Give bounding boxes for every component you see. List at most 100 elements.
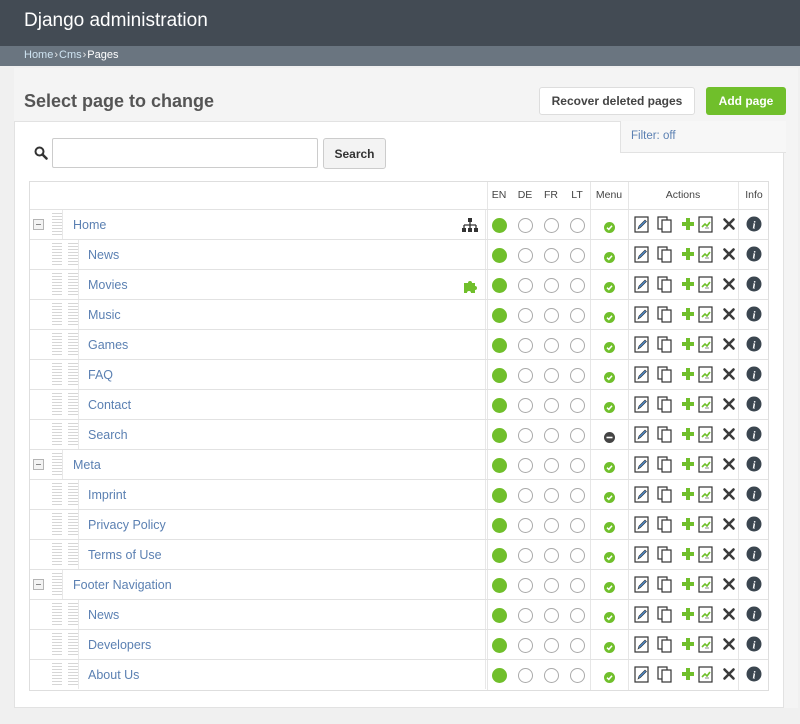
info-icon[interactable]: i <box>746 216 762 237</box>
language-status-lt[interactable] <box>569 308 585 323</box>
page-title-link[interactable]: Terms of Use <box>88 548 162 562</box>
info-icon[interactable]: i <box>746 306 762 327</box>
page-title-link[interactable]: FAQ <box>88 368 113 382</box>
menu-visible-icon[interactable] <box>603 400 615 413</box>
move-page-icon[interactable] <box>698 306 714 328</box>
edit-icon[interactable] <box>634 306 650 328</box>
add-child-icon[interactable] <box>681 306 695 327</box>
language-status-en[interactable] <box>491 518 507 533</box>
add-child-icon[interactable] <box>681 606 695 627</box>
language-status-fr[interactable] <box>543 458 559 473</box>
language-status-de[interactable] <box>517 518 533 533</box>
breadcrumb-home[interactable]: Home <box>24 49 53 61</box>
delete-icon[interactable] <box>722 576 736 597</box>
language-status-lt[interactable] <box>569 218 585 233</box>
language-status-lt[interactable] <box>569 608 585 623</box>
menu-visible-icon[interactable] <box>603 280 615 293</box>
expand-toggle[interactable] <box>33 579 44 590</box>
edit-icon[interactable] <box>634 366 650 388</box>
edit-icon[interactable] <box>634 486 650 508</box>
language-status-en[interactable] <box>491 458 507 473</box>
copy-icon[interactable] <box>657 516 673 538</box>
move-page-icon[interactable] <box>698 666 714 688</box>
language-status-de[interactable] <box>517 398 533 413</box>
language-status-de[interactable] <box>517 638 533 653</box>
language-status-fr[interactable] <box>543 428 559 443</box>
move-page-icon[interactable] <box>698 276 714 298</box>
copy-icon[interactable] <box>657 486 673 508</box>
copy-icon[interactable] <box>657 246 673 268</box>
language-status-de[interactable] <box>517 218 533 233</box>
language-status-lt[interactable] <box>569 458 585 473</box>
menu-visible-icon[interactable] <box>603 520 615 533</box>
add-child-icon[interactable] <box>681 426 695 447</box>
language-status-lt[interactable] <box>569 578 585 593</box>
add-child-icon[interactable] <box>681 396 695 417</box>
language-status-en[interactable] <box>491 308 507 323</box>
language-status-en[interactable] <box>491 608 507 623</box>
language-status-lt[interactable] <box>569 638 585 653</box>
menu-visible-icon[interactable] <box>603 580 615 593</box>
page-title-link[interactable]: Developers <box>88 638 151 652</box>
copy-icon[interactable] <box>657 396 673 418</box>
add-child-icon[interactable] <box>681 366 695 387</box>
move-page-icon[interactable] <box>698 246 714 268</box>
menu-visible-icon[interactable] <box>603 550 615 563</box>
language-status-fr[interactable] <box>543 338 559 353</box>
move-page-icon[interactable] <box>698 366 714 388</box>
copy-icon[interactable] <box>657 456 673 478</box>
add-child-icon[interactable] <box>681 576 695 597</box>
move-page-icon[interactable] <box>698 396 714 418</box>
add-child-icon[interactable] <box>681 276 695 297</box>
edit-icon[interactable] <box>634 636 650 658</box>
info-icon[interactable]: i <box>746 666 762 687</box>
language-status-en[interactable] <box>491 398 507 413</box>
language-status-fr[interactable] <box>543 398 559 413</box>
delete-icon[interactable] <box>722 456 736 477</box>
language-status-de[interactable] <box>517 458 533 473</box>
move-page-icon[interactable] <box>698 216 714 238</box>
language-status-lt[interactable] <box>569 368 585 383</box>
move-page-icon[interactable] <box>698 486 714 508</box>
page-title-link[interactable]: Imprint <box>88 488 126 502</box>
language-status-de[interactable] <box>517 248 533 263</box>
language-status-de[interactable] <box>517 308 533 323</box>
language-status-de[interactable] <box>517 278 533 293</box>
add-child-icon[interactable] <box>681 336 695 357</box>
language-status-de[interactable] <box>517 488 533 503</box>
add-child-icon[interactable] <box>681 246 695 267</box>
language-status-fr[interactable] <box>543 248 559 263</box>
add-child-icon[interactable] <box>681 546 695 567</box>
info-icon[interactable]: i <box>746 636 762 657</box>
info-icon[interactable]: i <box>746 576 762 597</box>
info-icon[interactable]: i <box>746 366 762 387</box>
page-title-link[interactable]: Home <box>73 218 106 232</box>
menu-visible-icon[interactable] <box>603 220 615 233</box>
copy-icon[interactable] <box>657 306 673 328</box>
menu-hidden-icon[interactable] <box>603 430 615 443</box>
info-icon[interactable]: i <box>746 606 762 627</box>
language-status-fr[interactable] <box>543 578 559 593</box>
language-status-de[interactable] <box>517 338 533 353</box>
page-title-link[interactable]: Search <box>88 428 128 442</box>
delete-icon[interactable] <box>722 306 736 327</box>
delete-icon[interactable] <box>722 276 736 297</box>
info-icon[interactable]: i <box>746 396 762 417</box>
page-title-link[interactable]: Meta <box>73 458 101 472</box>
copy-icon[interactable] <box>657 366 673 388</box>
edit-icon[interactable] <box>634 216 650 238</box>
language-status-lt[interactable] <box>569 248 585 263</box>
delete-icon[interactable] <box>722 636 736 657</box>
sitemap-icon[interactable] <box>462 218 478 237</box>
delete-icon[interactable] <box>722 666 736 687</box>
language-status-lt[interactable] <box>569 428 585 443</box>
edit-icon[interactable] <box>634 396 650 418</box>
language-status-en[interactable] <box>491 488 507 503</box>
copy-icon[interactable] <box>657 666 673 688</box>
language-status-lt[interactable] <box>569 398 585 413</box>
edit-icon[interactable] <box>634 516 650 538</box>
language-status-en[interactable] <box>491 578 507 593</box>
delete-icon[interactable] <box>722 366 736 387</box>
edit-icon[interactable] <box>634 276 650 298</box>
page-title-link[interactable]: Movies <box>88 278 128 292</box>
